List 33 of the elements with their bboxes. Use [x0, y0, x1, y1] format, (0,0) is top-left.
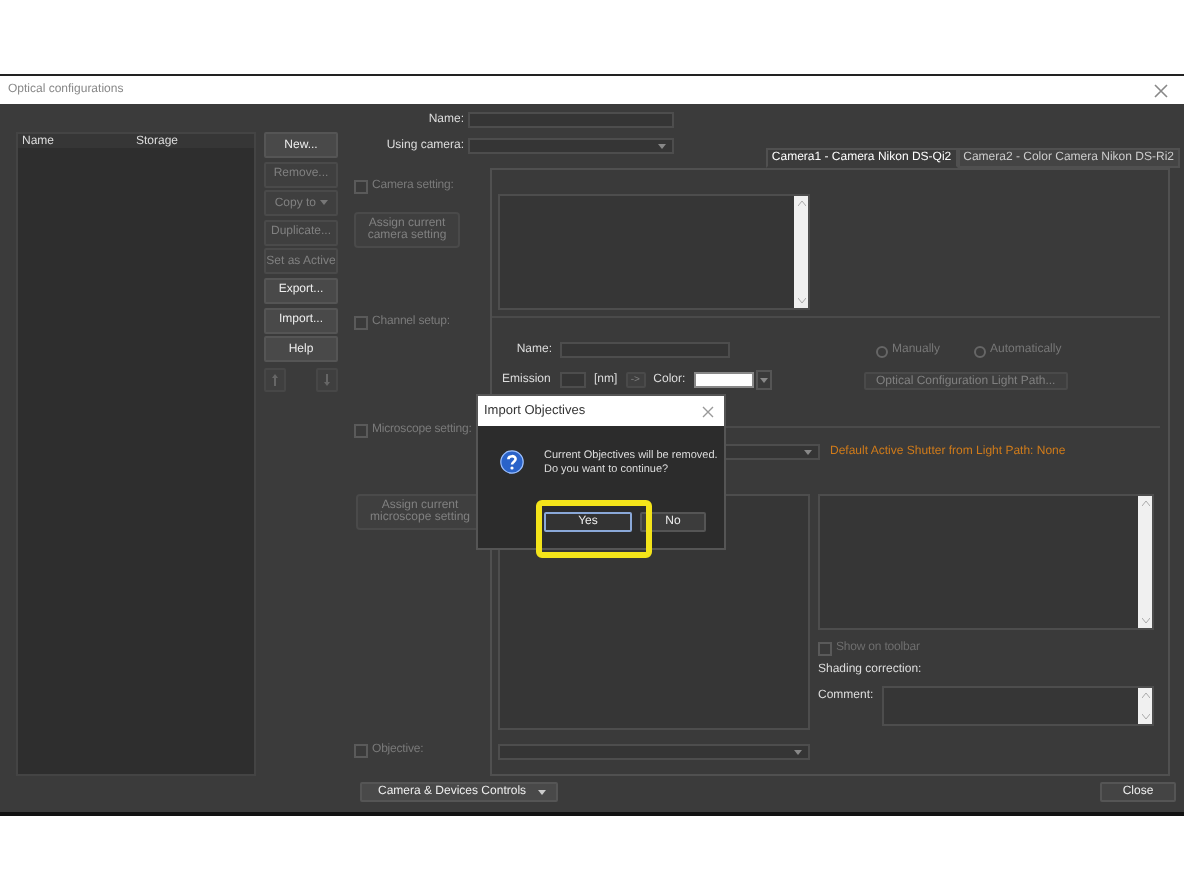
input-field[interactable] — [560, 372, 586, 388]
scrollbar[interactable] — [1138, 688, 1152, 724]
camera-settings-list[interactable] — [498, 194, 810, 310]
highlight-frame — [536, 500, 652, 558]
input-field[interactable] — [468, 112, 674, 128]
input-field[interactable] — [560, 342, 730, 358]
camera-dropdown[interactable] — [468, 138, 674, 154]
objective-dropdown[interactable] — [498, 744, 810, 760]
caret-icon — [759, 377, 768, 383]
close-icon[interactable] — [702, 405, 714, 417]
chevron-down-icon[interactable] — [1141, 618, 1149, 624]
scrollbar[interactable] — [794, 196, 808, 308]
close-icon[interactable] — [1154, 83, 1168, 97]
move-down-button[interactable] — [316, 367, 338, 392]
color-swatch[interactable] — [693, 372, 754, 388]
question-icon — [500, 450, 524, 474]
caret-icon — [804, 449, 812, 455]
move-up-button[interactable] — [264, 367, 286, 392]
comment-field[interactable] — [881, 686, 1154, 726]
caret-icon — [538, 789, 547, 795]
chevron-down-icon[interactable] — [797, 298, 805, 304]
chevron-up-icon[interactable] — [797, 200, 805, 206]
dropdown-button[interactable] — [755, 370, 772, 390]
caret-icon — [319, 199, 328, 206]
chevron-down-icon[interactable] — [1141, 714, 1149, 720]
down-arrow-icon — [324, 373, 330, 386]
up-arrow-icon — [272, 373, 278, 386]
caret-icon — [658, 143, 666, 149]
chevron-up-icon[interactable] — [1141, 692, 1149, 698]
caret-icon — [794, 749, 802, 755]
settings-list[interactable] — [818, 494, 1154, 630]
chevron-up-icon[interactable] — [1141, 500, 1149, 506]
scrollbar[interactable] — [1138, 496, 1152, 628]
